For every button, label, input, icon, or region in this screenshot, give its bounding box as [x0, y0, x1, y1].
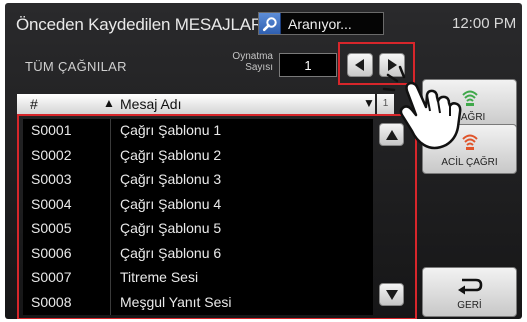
sort-descending-icon[interactable]: ▼: [363, 96, 375, 110]
triangle-up-icon: [385, 129, 398, 140]
list-item[interactable]: S0003 Çağrı Şablonu 3: [23, 168, 373, 191]
back-button-label: GERİ: [457, 300, 482, 311]
list-item[interactable]: S0002 Çağrı Şablonu 2: [23, 144, 373, 167]
emergency-call-button-label: ACİL ÇAĞRI: [441, 157, 498, 168]
search-status-text: Aranıyor...: [288, 15, 352, 32]
list-item[interactable]: S0001 Çağrı Şablonu 1: [23, 119, 373, 142]
message-list: S0001 Çağrı Şablonu 1 S0002 Çağrı Şablonu 2…: [23, 119, 373, 315]
column-extra-header: 1: [377, 94, 394, 114]
triangle-right-icon: [388, 59, 397, 71]
touch-screen: Önceden Kaydedilen MESAJLAR Aranıyor... …: [5, 3, 522, 319]
message-id: S0007: [31, 269, 72, 285]
list-item[interactable]: S0008 Meşgul Yanıt Sesi: [23, 291, 373, 314]
message-name: Çağrı Şablonu 1: [120, 122, 222, 138]
search-icon: [262, 16, 277, 31]
message-name: Çağrı Şablonu 2: [120, 146, 222, 163]
list-item[interactable]: S0006 Çağrı Şablonu 6: [23, 242, 373, 265]
message-name: Çağrı Şablonu 5: [120, 220, 222, 236]
call-button[interactable]: ÇAĞRI: [422, 79, 517, 129]
category-label: TÜM ÇAĞNILAR: [25, 59, 127, 74]
message-id: S0003: [31, 171, 72, 187]
message-name: Çağrı Şablonu 4: [120, 195, 222, 212]
page-title: Önceden Kaydedilen MESAJLAR: [16, 15, 263, 34]
message-name: Çağrı Şablonu 3: [120, 171, 222, 187]
message-name: Çağrı Şablonu 6: [120, 244, 222, 261]
return-arrow-icon: [458, 278, 483, 295]
list-item[interactable]: S0005 Çağrı Şablonu 5: [23, 217, 373, 240]
sort-ascending-icon[interactable]: ▲: [103, 96, 115, 110]
play-count-value: 1: [304, 57, 312, 73]
emergency-signal-icon: [462, 134, 478, 150]
play-count-label: Oynatma Sayısı: [232, 51, 273, 73]
previous-button[interactable]: [347, 53, 373, 77]
search-button[interactable]: [259, 13, 281, 34]
play-count-field[interactable]: 1: [279, 53, 337, 77]
call-signal-icon: [462, 90, 478, 106]
triangle-left-icon: [355, 59, 364, 71]
search-field[interactable]: Aranıyor...: [258, 12, 384, 35]
emergency-call-button[interactable]: ACİL ÇAĞRI: [422, 124, 517, 174]
message-id: S0008: [31, 293, 72, 310]
message-id: S0005: [31, 220, 72, 236]
message-name: Meşgul Yanıt Sesi: [120, 293, 232, 310]
list-item[interactable]: S0007 Titreme Sesi: [23, 266, 373, 289]
message-id: S0006: [31, 244, 72, 261]
triangle-down-icon: [385, 289, 398, 300]
message-list-highlight: S0001 Çağrı Şablonu 1 S0002 Çağrı Şablonu 2…: [17, 114, 417, 319]
page-nav-highlight: [338, 42, 415, 85]
message-id: S0002: [31, 146, 72, 163]
message-id: S0004: [31, 195, 72, 212]
next-button[interactable]: [379, 53, 405, 77]
back-button[interactable]: GERİ: [422, 267, 517, 317]
column-number-header[interactable]: #: [30, 96, 38, 112]
column-name-header[interactable]: Mesaj Adı: [120, 96, 181, 112]
list-header: # ▲ Mesaj Adı ▼: [17, 94, 375, 114]
scroll-up-button[interactable]: [379, 123, 404, 146]
message-name: Titreme Sesi: [120, 269, 199, 285]
clock: 12:00 PM: [452, 15, 517, 32]
message-id: S0001: [31, 122, 72, 138]
list-item[interactable]: S0004 Çağrı Şablonu 4: [23, 193, 373, 216]
scroll-down-button[interactable]: [379, 283, 404, 306]
call-button-label: ÇAĞRI: [453, 112, 486, 123]
